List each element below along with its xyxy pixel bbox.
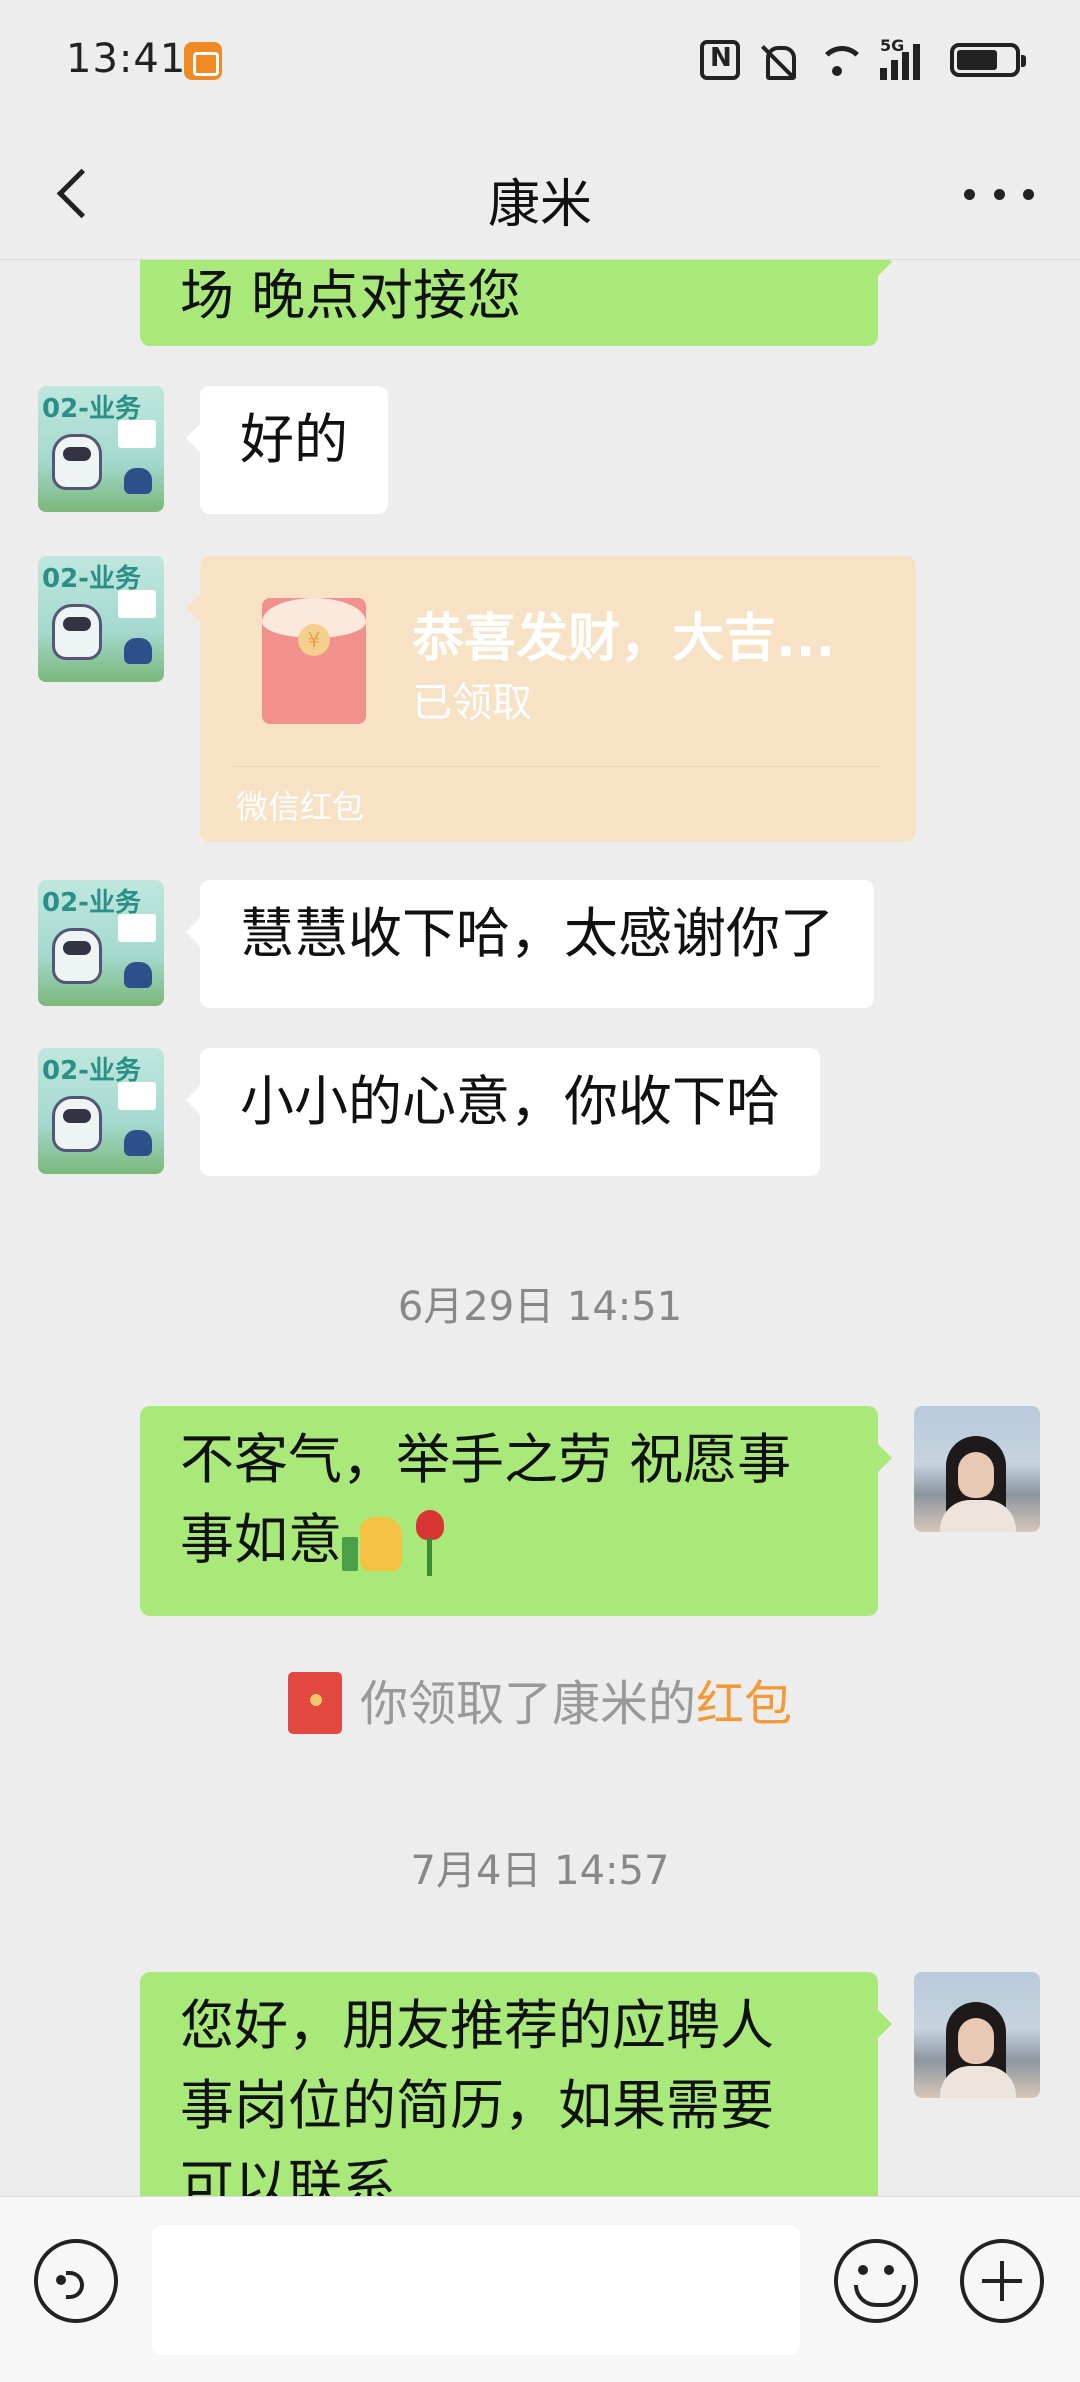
system-message-text: 你领取了康米的: [359, 1676, 696, 1732]
red-packet-icon: [262, 598, 366, 724]
message-timestamp: 6月29日 14:51: [397, 1284, 683, 1330]
rose-emoji: [406, 1510, 452, 1577]
message-bubble-incoming[interactable]: 小小的心意，你收下哈: [186, 1048, 820, 1176]
mute-icon: [758, 40, 798, 80]
wifi-icon: [816, 40, 866, 80]
message-bubble-outgoing[interactable]: 您好，朋友推荐的应聘人 事岗位的简历，如果需要 可以联系: [140, 1972, 892, 2196]
app-notification-icon: [184, 42, 222, 80]
message-text-line: 事岗位的简历，如果需要: [180, 2074, 774, 2137]
divider: [234, 766, 882, 767]
signal-icon: 5G: [880, 36, 932, 80]
emoji-icon[interactable]: [834, 2239, 918, 2323]
chat-title: 康米: [487, 175, 592, 235]
nfc-icon: [700, 40, 740, 80]
red-packet-title: 恭喜发财，大吉...: [412, 609, 836, 669]
message-list[interactable]: 场 晚点对接您 02-业务 好的 02-业务 恭喜发财，大吉... 已领取 微信…: [0, 260, 1080, 2196]
chat-header: 康米: [0, 124, 1080, 260]
message-input[interactable]: [152, 2225, 800, 2355]
message-text: 场 晚点对接您: [180, 264, 522, 327]
my-avatar[interactable]: [914, 1406, 1040, 1532]
battery-icon: [950, 43, 1026, 77]
status-time: 13:41: [66, 36, 187, 82]
more-icon[interactable]: [964, 174, 1034, 214]
red-packet-card[interactable]: 恭喜发财，大吉... 已领取 微信红包: [186, 556, 916, 842]
red-packet-footer: 微信红包: [236, 788, 365, 826]
message-bubble-outgoing[interactable]: 不客气，举手之劳 祝愿事 事如意: [140, 1406, 892, 1616]
system-message: 你领取了康米的红包: [0, 1664, 1080, 1738]
contact-avatar[interactable]: 02-业务: [38, 880, 164, 1006]
message-timestamp: 7月4日 14:57: [410, 1848, 670, 1894]
message-text-line: 不客气，举手之劳 祝愿事: [180, 1428, 792, 1491]
my-avatar[interactable]: [914, 1972, 1040, 2098]
message-text-line: 可以联系: [180, 2154, 396, 2196]
network-type-label: 5G: [880, 36, 905, 55]
message-text-line: 您好，朋友推荐的应聘人: [180, 1994, 774, 2057]
message-bubble-incoming[interactable]: 慧慧收下哈，太感谢你了: [186, 880, 874, 1008]
message-bubble-outgoing[interactable]: 场 晚点对接您: [140, 260, 892, 346]
message-text-line: 事如意: [180, 1508, 342, 1571]
voice-icon[interactable]: [34, 2239, 118, 2323]
red-packet-link[interactable]: 红包: [696, 1676, 792, 1732]
contact-avatar[interactable]: 02-业务: [38, 386, 164, 512]
thumbs-up-emoji: [342, 1515, 406, 1572]
status-icons: 5G: [700, 36, 1026, 80]
red-packet-icon: [287, 1672, 342, 1734]
message-text: 慧慧收下哈，太感谢你了: [240, 902, 834, 965]
status-bar: 13:41 5G: [0, 0, 1080, 124]
message-text: 好的: [240, 408, 348, 471]
message-text: 小小的心意，你收下哈: [240, 1070, 780, 1133]
input-bar: [0, 2196, 1080, 2382]
contact-avatar[interactable]: 02-业务: [38, 556, 164, 682]
red-packet-status: 已领取: [412, 680, 532, 726]
message-bubble-incoming[interactable]: 好的: [186, 386, 388, 514]
contact-avatar[interactable]: 02-业务: [38, 1048, 164, 1174]
plus-icon[interactable]: [960, 2239, 1044, 2323]
